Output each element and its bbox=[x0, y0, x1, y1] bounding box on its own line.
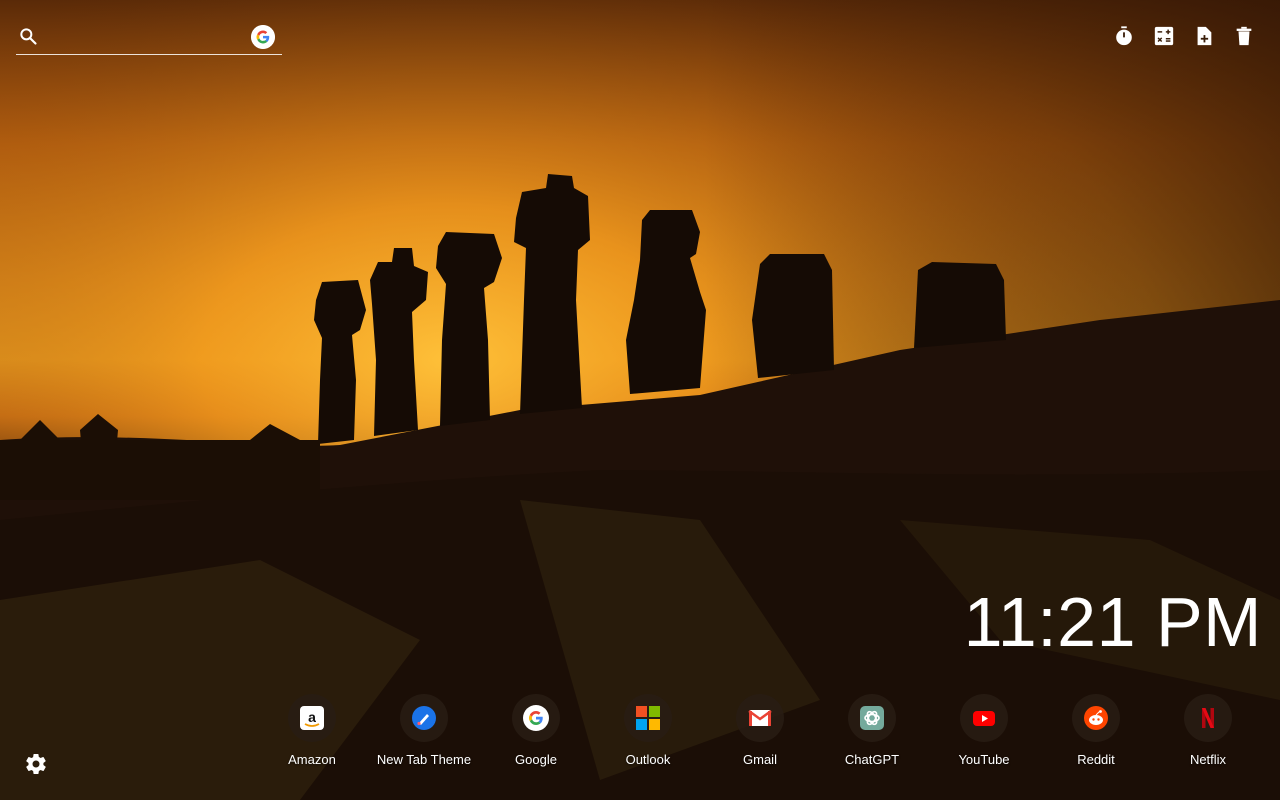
new-tab-page: 11:21 PM a Amazon New Tab Theme Google O… bbox=[0, 0, 1280, 800]
shortcut-icon-wrap: a bbox=[288, 694, 336, 742]
shortcut-new-tab-theme[interactable]: New Tab Theme bbox=[368, 694, 480, 774]
shortcut-label: Google bbox=[515, 752, 557, 767]
shortcut-icon-wrap bbox=[736, 694, 784, 742]
gmail-icon bbox=[748, 709, 772, 726]
file-plus-icon[interactable] bbox=[1192, 24, 1216, 48]
new-tab-theme-icon bbox=[412, 706, 436, 730]
timer-icon[interactable] bbox=[1112, 24, 1136, 48]
shortcut-icon-wrap bbox=[1072, 694, 1120, 742]
search-input[interactable] bbox=[48, 24, 252, 52]
shortcut-label: Outlook bbox=[625, 752, 671, 767]
background-wallpaper bbox=[0, 0, 1280, 800]
netflix-icon bbox=[1202, 708, 1214, 728]
shortcut-icon-wrap bbox=[960, 694, 1008, 742]
svg-text:a: a bbox=[308, 709, 316, 725]
reddit-icon bbox=[1084, 706, 1108, 730]
shortcut-label: Reddit bbox=[1077, 752, 1115, 767]
shortcut-icon-wrap bbox=[512, 694, 560, 742]
shortcut-label: YouTube bbox=[958, 752, 1010, 767]
google-icon bbox=[523, 705, 549, 731]
shortcut-icon-wrap bbox=[1184, 694, 1232, 742]
shortcut-label: Amazon bbox=[288, 752, 336, 767]
microsoft-icon bbox=[636, 706, 660, 730]
search-icon bbox=[20, 28, 37, 45]
shortcut-icon-wrap bbox=[624, 694, 672, 742]
shortcut-label: Netflix bbox=[1189, 752, 1227, 767]
settings-button[interactable] bbox=[24, 752, 48, 776]
shortcut-label: ChatGPT bbox=[844, 752, 900, 767]
shortcut-amazon[interactable]: a Amazon bbox=[256, 694, 368, 774]
shortcut-chatgpt[interactable]: ChatGPT bbox=[816, 694, 928, 774]
gear-icon bbox=[26, 754, 46, 775]
google-icon[interactable] bbox=[251, 25, 275, 49]
trash-icon[interactable] bbox=[1232, 24, 1256, 48]
search-bar[interactable] bbox=[16, 20, 282, 55]
shortcut-reddit[interactable]: Reddit bbox=[1040, 694, 1152, 774]
shortcut-label: Gmail bbox=[743, 752, 777, 767]
shortcut-outlook[interactable]: Outlook bbox=[592, 694, 704, 774]
shortcut-gmail[interactable]: Gmail bbox=[704, 694, 816, 774]
shortcut-google[interactable]: Google bbox=[480, 694, 592, 774]
shortcut-icon-wrap bbox=[400, 694, 448, 742]
calculator-icon[interactable] bbox=[1152, 24, 1176, 48]
shortcut-netflix[interactable]: Netflix bbox=[1152, 694, 1264, 774]
shortcut-youtube[interactable]: YouTube bbox=[928, 694, 1040, 774]
shortcut-icon-wrap bbox=[848, 694, 896, 742]
youtube-icon bbox=[973, 711, 995, 726]
amazon-icon: a bbox=[300, 706, 324, 730]
clock: 11:21 PM bbox=[963, 583, 1262, 661]
toolbar bbox=[1112, 24, 1256, 48]
shortcut-label: New Tab Theme bbox=[376, 752, 472, 767]
chatgpt-icon bbox=[860, 706, 884, 730]
